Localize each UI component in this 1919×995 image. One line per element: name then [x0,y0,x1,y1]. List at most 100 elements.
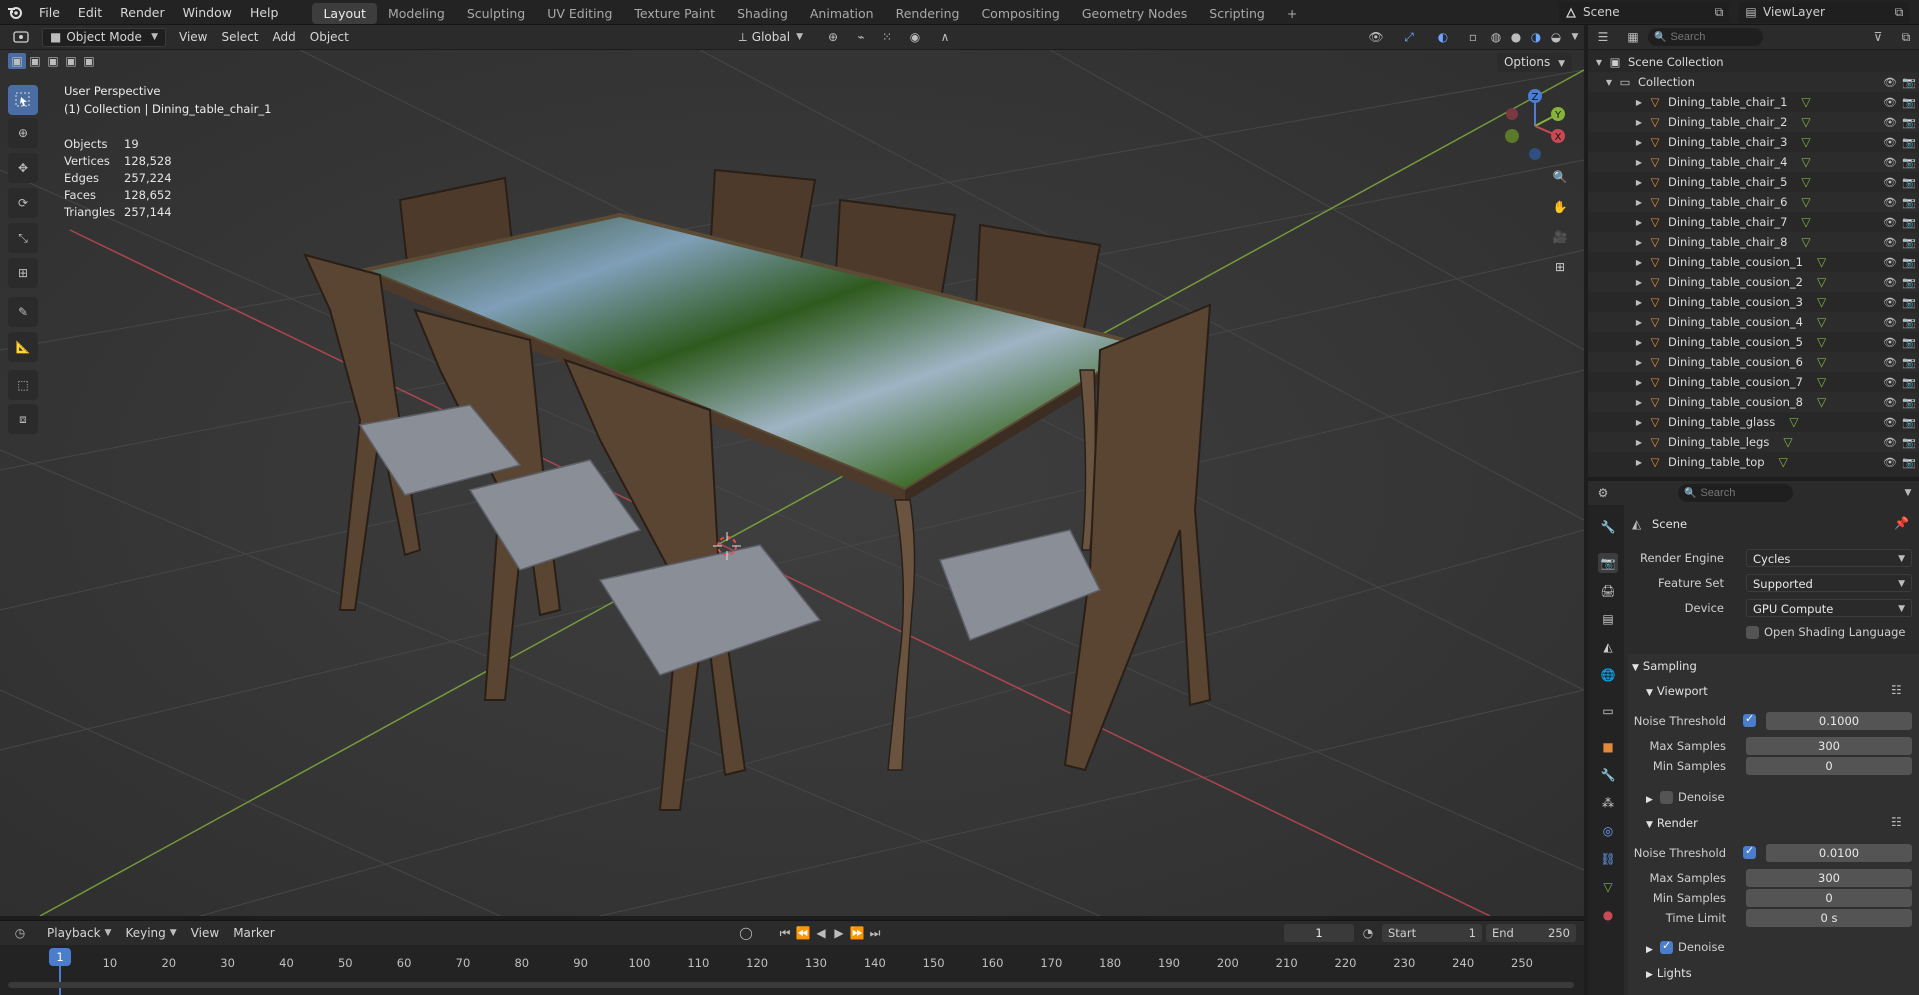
outliner-scene-collection[interactable]: ▼ ▣ Scene Collection [1588,52,1919,72]
eye-icon[interactable]: 👁 [1881,356,1899,369]
viewport-min-samples-field[interactable]: 0 [1746,757,1912,775]
constraints-tab-icon[interactable]: ⛓ [1598,849,1618,869]
outliner-object-row[interactable]: ▶ ▽ Dining_table_chair_3 ▽ 👁 📷 [1588,132,1919,152]
chevron-down-icon[interactable]: ▼ [1897,488,1919,498]
chevron-right-icon[interactable]: ▶ [1632,338,1646,347]
outliner-object-row[interactable]: ▶ ▽ Dining_table_cousion_7 ▽ 👁 📷 [1588,372,1919,392]
overlay-toggle-icon[interactable]: ◐ [1426,30,1460,44]
chevron-right-icon[interactable]: ▶ [1632,158,1646,167]
outliner-search[interactable]: 🔍 [1648,28,1763,46]
eye-icon[interactable]: 👁 [1881,196,1899,209]
viewport-menu-object[interactable]: Object [303,28,356,47]
camera-view-icon[interactable]: 🎥 [1549,230,1571,252]
camera-render-icon[interactable]: 📷 [1899,296,1919,309]
chevron-right-icon[interactable]: ▶ [1632,318,1646,327]
select-intersect-icon[interactable]: ▣ [80,53,98,69]
outliner-object-row[interactable]: ▶ ▽ Dining_table_cousion_5 ▽ 👁 📷 [1588,332,1919,352]
transform-orientation-dropdown[interactable]: ⟂ Global ▼ [732,28,810,47]
properties-search[interactable]: 🔍 [1678,484,1793,502]
filter-icon[interactable]: ⊽ [1863,30,1893,44]
chevron-right-icon[interactable]: ▶ [1632,138,1646,147]
ortho-grid-icon[interactable]: ⊞ [1549,260,1571,282]
outliner-object-row[interactable]: ▶ ▽ Dining_table_chair_8 ▽ 👁 📷 [1588,232,1919,252]
chevron-right-icon[interactable]: ▶ [1632,98,1646,107]
outliner-object-row[interactable]: ▶ ▽ Dining_table_chair_2 ▽ 👁 📷 [1588,112,1919,132]
pivot-icon[interactable]: ⊕ [818,30,848,44]
scene-tab-icon[interactable]: ◭ [1598,637,1618,657]
outliner-object-row[interactable]: ▶ ▽ Dining_table_chair_4 ▽ 👁 📷 [1588,152,1919,172]
camera-render-icon[interactable]: 📷 [1899,76,1919,89]
extrude-tool[interactable]: ⧈ [8,404,38,434]
chevron-right-icon[interactable]: ▶ [1632,298,1646,307]
outliner-editor-icon[interactable]: ☰ [1588,30,1618,44]
proportional-edit-icon[interactable]: ◉ [900,30,930,44]
chevron-down-icon[interactable]: ▼ [1602,78,1616,87]
chevron-right-icon[interactable]: ▶ [1632,398,1646,407]
menu-help[interactable]: Help [241,0,288,25]
tab-layout[interactable]: Layout [312,2,377,24]
pin-icon[interactable]: 📌 [1894,516,1909,530]
object-mode-dropdown[interactable]: ■ Object Mode ▼ [42,27,166,47]
camera-render-icon[interactable]: 📷 [1899,156,1919,169]
render-engine-dropdown[interactable]: Cycles ▼ [1746,549,1912,567]
properties-search-input[interactable] [1700,487,1781,499]
pin-icon[interactable]: ⧉ [1709,5,1729,20]
world-tab-icon[interactable]: 🌐 [1598,665,1618,685]
eye-icon[interactable]: 👁 [1881,456,1899,469]
chevron-right-icon[interactable]: ▶ [1632,378,1646,387]
eye-icon[interactable]: 👁 [1881,416,1899,429]
measure-tool[interactable]: 📐 [8,332,38,362]
data-tab-icon[interactable]: ▽ [1598,877,1618,897]
gizmo-toggle-icon[interactable]: ⤢ [1392,30,1426,45]
editor-type-icon[interactable] [0,31,42,43]
3d-viewport[interactable]: ▣ ▣ ▣ ▣ ▣ ⊕ ✥ ⟳ ⤡ ⊞ ✎ 📐 ⬚ ⧈ User Perspec… [0,50,1584,916]
outliner-object-row[interactable]: ▶ ▽ Dining_table_cousion_3 ▽ 👁 📷 [1588,292,1919,312]
eye-icon[interactable]: 👁 [1881,76,1899,89]
outliner-object-row[interactable]: ▶ ▽ Dining_table_chair_6 ▽ 👁 📷 [1588,192,1919,212]
select-new-icon[interactable]: ▣ [8,53,26,69]
outliner-object-row[interactable]: ▶ ▽ Dining_table_chair_7 ▽ 👁 📷 [1588,212,1919,232]
camera-render-icon[interactable]: 📷 [1899,376,1919,389]
rotate-tool[interactable]: ⟳ [8,188,38,218]
chevron-right-icon[interactable]: ▶ [1632,358,1646,367]
outliner-search-input[interactable] [1670,31,1751,43]
visibility-icon[interactable]: 👁 [1360,30,1392,44]
menu-render[interactable]: Render [111,0,174,25]
physics-tab-icon[interactable]: ◎ [1598,821,1618,841]
viewport-menu-view[interactable]: View [172,28,214,47]
render-noise-checkbox[interactable] [1743,844,1756,859]
camera-render-icon[interactable]: 📷 [1899,416,1919,429]
eye-icon[interactable]: 👁 [1881,136,1899,149]
tab-scripting[interactable]: Scripting [1198,3,1276,24]
outliner-object-row[interactable]: ▶ ▽ Dining_table_cousion_1 ▽ 👁 📷 [1588,252,1919,272]
presets-list-icon[interactable]: ☷ [1891,683,1902,697]
scene-selector[interactable]: Scene ⧉ [1559,1,1729,23]
render-subsection-header[interactable]: ▼ Render [1646,816,1698,830]
scale-tool[interactable]: ⤡ [8,223,38,253]
tab-geometry-nodes[interactable]: Geometry Nodes [1071,3,1198,24]
options-dropdown[interactable]: Options ▼ [1496,53,1572,72]
tab-shading[interactable]: Shading [726,3,799,24]
menu-window[interactable]: Window [174,0,241,25]
timeline-scrollbar[interactable] [8,982,1574,988]
select-subtract-icon[interactable]: ▣ [44,53,62,69]
navigation-gizmo[interactable]: Z Y X [1500,86,1570,166]
add-cube-tool[interactable]: ⬚ [8,370,38,400]
render-tab-icon[interactable]: 📷 [1598,553,1618,573]
camera-render-icon[interactable]: 📷 [1899,356,1919,369]
new-viewlayer-icon[interactable]: ⧉ [1889,5,1909,20]
eye-icon[interactable]: 👁 [1881,156,1899,169]
zoom-icon[interactable]: 🔍 [1549,170,1571,192]
eye-icon[interactable]: 👁 [1881,176,1899,189]
select-extend-icon[interactable]: ▣ [26,53,44,69]
modifier-tab-icon[interactable]: 🔧 [1598,765,1618,785]
camera-render-icon[interactable]: 📷 [1899,396,1919,409]
snap-target-icon[interactable]: ⁙ [874,30,900,44]
camera-render-icon[interactable]: 📷 [1899,236,1919,249]
object-tab-icon[interactable]: ■ [1598,737,1618,757]
chevron-right-icon[interactable]: ▶ [1632,438,1646,447]
tab-modeling[interactable]: Modeling [377,3,456,24]
time-limit-field[interactable]: 0 s [1746,909,1912,927]
eye-icon[interactable]: 👁 [1881,116,1899,129]
render-min-samples-field[interactable]: 0 [1746,889,1912,907]
